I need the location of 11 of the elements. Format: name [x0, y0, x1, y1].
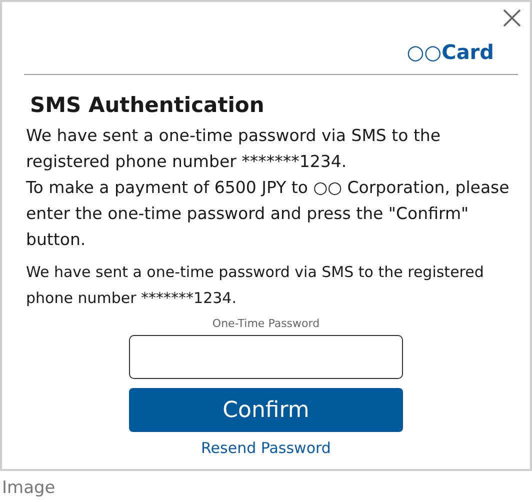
dialog-title: SMS Authentication — [30, 92, 266, 119]
message-text: We have sent a one-time password via SMS to the registered phone number *******1234. — [26, 125, 442, 173]
close-icon[interactable] — [502, 8, 522, 28]
message-text: To make a payment of 6500 JPY to ○○ Corporation, please enter the one-time password and press the "Confirm" button. — [26, 177, 510, 251]
brand-logo: ○○Card — [406, 40, 494, 64]
resend-link[interactable]: Resend Password — [201, 438, 331, 458]
password-field[interactable] — [129, 335, 403, 379]
image-caption: Image — [1, 477, 56, 499]
confirm-button[interactable]: Confirm — [129, 388, 403, 432]
note-text: We have sent a one-time password via SMS to the registered phone number *******1234. — [26, 262, 485, 309]
field-label: One-Time Password — [212, 317, 320, 331]
